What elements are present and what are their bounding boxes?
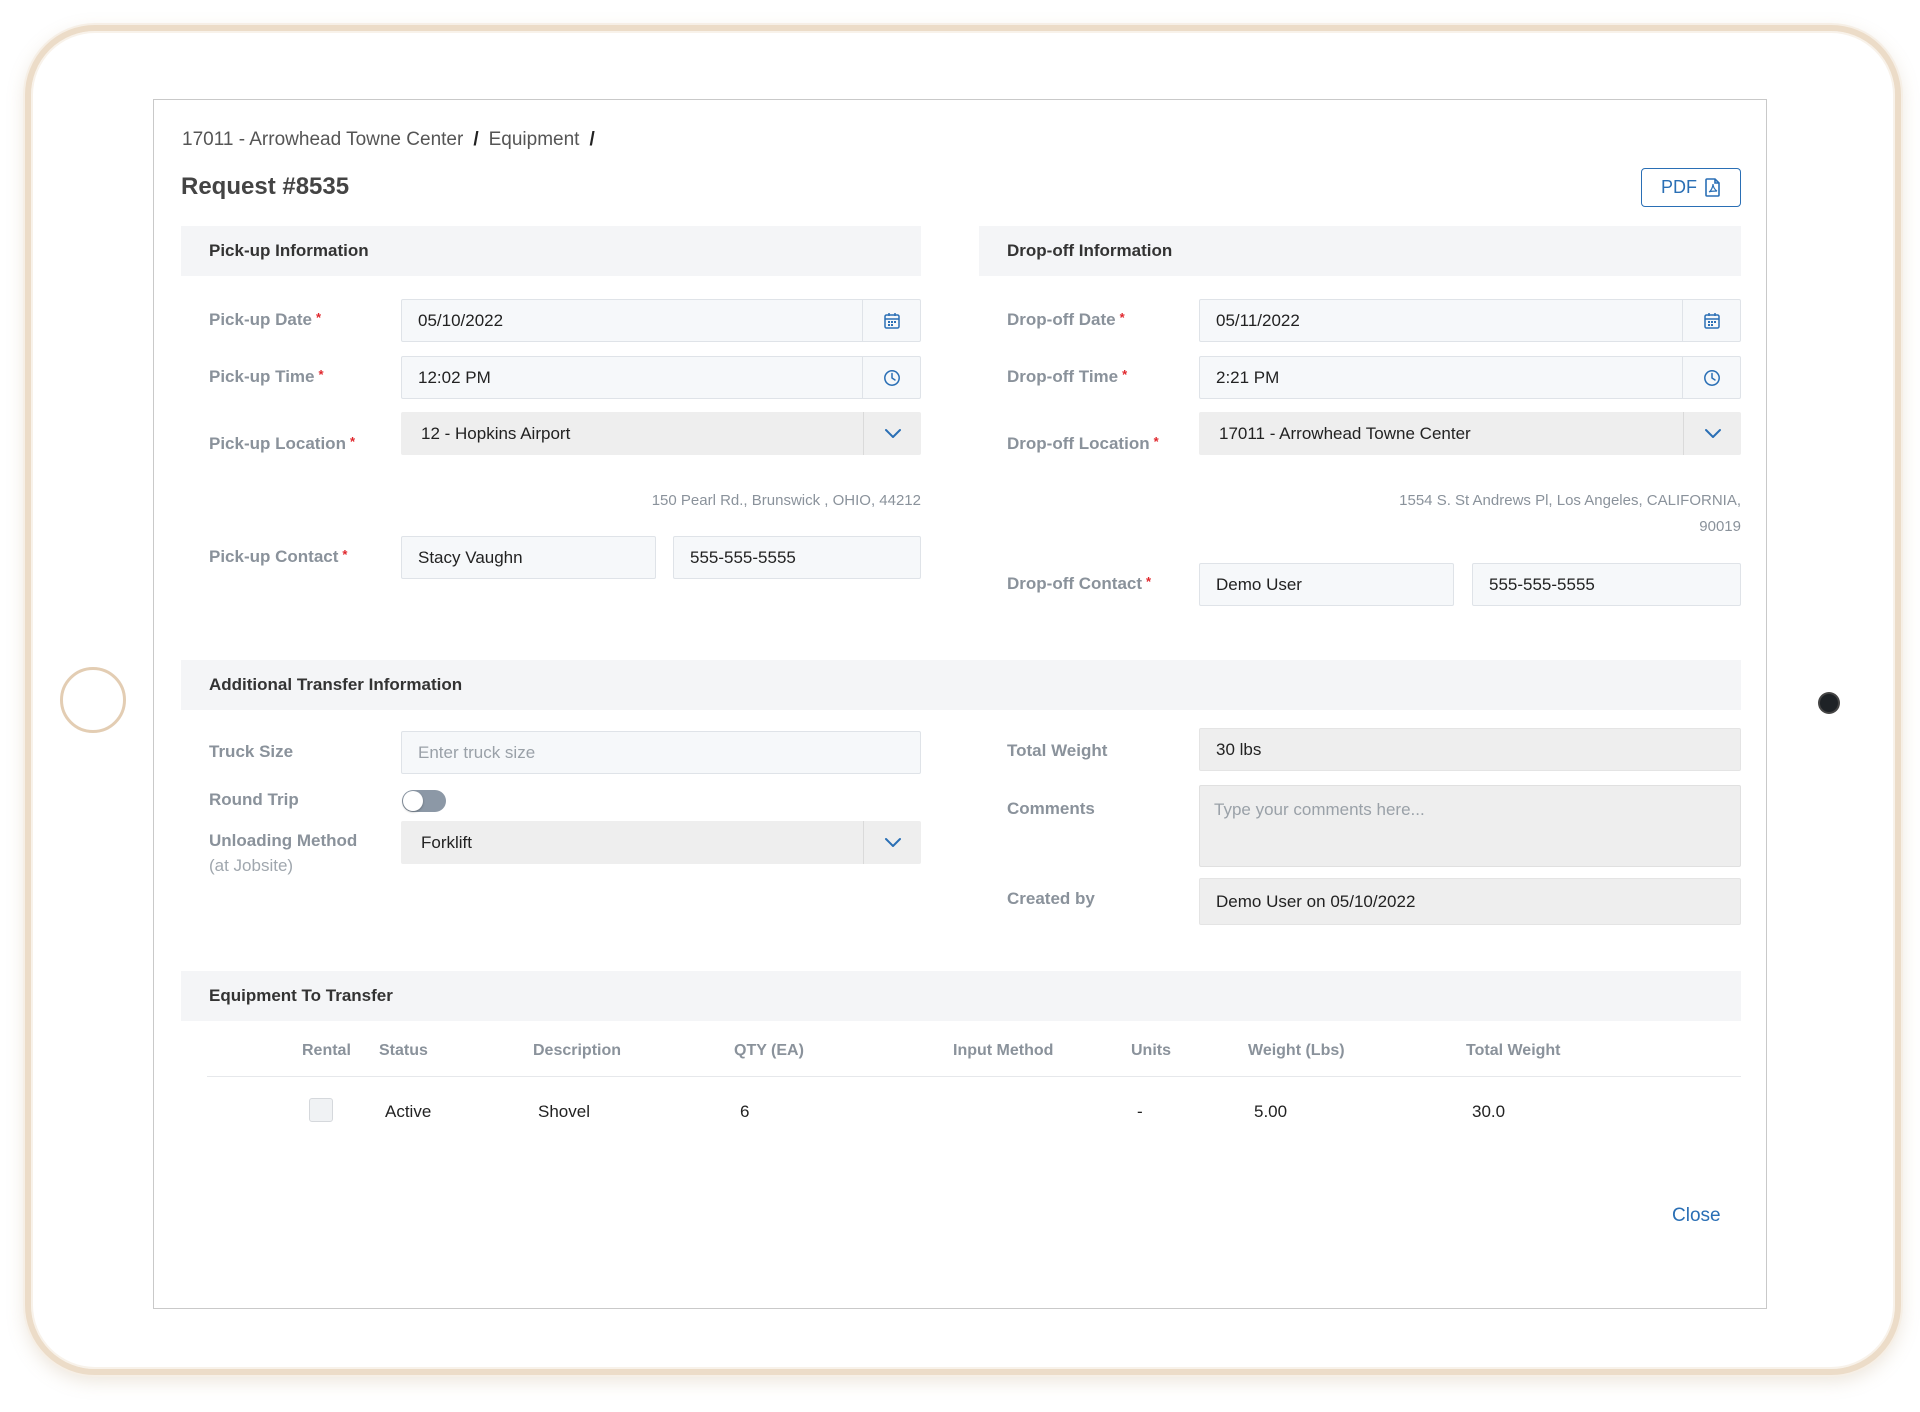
unloading-method-value: Forklift xyxy=(421,832,472,852)
truck-size-input[interactable]: Enter truck size xyxy=(401,731,921,774)
dropoff-section-header: Drop-off Information xyxy=(979,226,1741,276)
column-header-qty: QTY (EA) xyxy=(734,1042,804,1059)
calendar-icon[interactable] xyxy=(1682,300,1740,341)
comments-placeholder: Type your comments here... xyxy=(1214,800,1425,819)
column-header-description: Description xyxy=(533,1042,622,1059)
column-header-weight: Weight (Lbs) xyxy=(1248,1042,1345,1059)
round-trip-label: Round Trip xyxy=(209,790,299,809)
created-by-field: Demo User on 05/10/2022 xyxy=(1199,878,1741,925)
pickup-section-header: Pick-up Information xyxy=(181,226,921,276)
dropoff-address-line1: 1554 S. St Andrews Pl, Los Angeles, CALI… xyxy=(1399,492,1741,509)
truck-size-label: Truck Size xyxy=(209,742,294,761)
pickup-contact-phone-value: 555-555-5555 xyxy=(690,547,796,567)
pickup-location-select[interactable]: 12 - Hopkins Airport xyxy=(401,412,921,455)
dropoff-time-field[interactable]: 2:21 PM xyxy=(1199,356,1741,399)
equipment-section-header: Equipment To Transfer xyxy=(181,971,1741,1021)
row-description: Shovel xyxy=(538,1102,590,1121)
pickup-contact-name-value: Stacy Vaughn xyxy=(418,547,523,567)
pickup-time-field[interactable]: 12:02 PM xyxy=(401,356,921,399)
pdf-button[interactable]: PDF xyxy=(1641,168,1741,207)
camera-dot xyxy=(1820,694,1838,712)
pickup-address: 150 Pearl Rd., Brunswick , OHIO, 44212 xyxy=(651,492,921,509)
column-header-rental: Rental xyxy=(302,1042,351,1059)
comments-textarea[interactable]: Type your comments here... xyxy=(1199,785,1741,867)
pdf-button-label: PDF xyxy=(1661,177,1697,197)
row-total-weight: 30.0 xyxy=(1472,1102,1506,1121)
dropoff-contact-phone-value: 555-555-5555 xyxy=(1489,574,1595,594)
pickup-date-value: 05/10/2022 xyxy=(418,310,504,330)
row-weight: 5.00 xyxy=(1254,1102,1288,1121)
breadcrumb-project[interactable]: 17011 - Arrowhead Towne Center xyxy=(182,129,463,151)
dropoff-location-label: Drop-off Location * xyxy=(1007,434,1159,453)
pickup-contact-label: Pick-up Contact * xyxy=(209,547,348,566)
dropoff-time-label: Drop-off Time * xyxy=(1007,367,1128,386)
dropoff-address-line2: 90019 xyxy=(1699,518,1741,535)
additional-section-header: Additional Transfer Information xyxy=(181,660,1741,710)
clock-icon[interactable] xyxy=(1682,357,1740,398)
dropoff-contact-phone[interactable]: 555-555-5555 xyxy=(1472,563,1741,606)
dropoff-contact-label: Drop-off Contact * xyxy=(1007,574,1152,593)
request-modal: 17011 - Arrowhead Towne Center / Equipme… xyxy=(153,99,1767,1309)
dropoff-address: 1554 S. St Andrews Pl, Los Angeles, CALI… xyxy=(1199,488,1741,540)
row-qty: 6 xyxy=(740,1102,750,1121)
calendar-icon[interactable] xyxy=(862,300,920,341)
chevron-down-icon[interactable] xyxy=(863,821,921,864)
column-header-total-weight: Total Weight xyxy=(1466,1042,1561,1059)
pickup-contact-phone[interactable]: 555-555-5555 xyxy=(673,536,921,579)
comments-label: Comments xyxy=(1007,799,1095,818)
created-by-value: Demo User on 05/10/2022 xyxy=(1216,891,1416,911)
dropoff-contact-name[interactable]: Demo User xyxy=(1199,563,1454,606)
pickup-time-value: 12:02 PM xyxy=(418,367,491,387)
unloading-method-select[interactable]: Forklift xyxy=(401,821,921,864)
total-weight-label: Total Weight xyxy=(1007,741,1108,760)
pickup-time-label: Pick-up Time * xyxy=(209,367,324,386)
column-header-units: Units xyxy=(1131,1042,1171,1059)
breadcrumb-separator: / xyxy=(473,129,479,150)
total-weight-value: 30 lbs xyxy=(1216,739,1262,759)
column-header-input-method: Input Method xyxy=(953,1042,1054,1059)
pickup-location-value: 12 - Hopkins Airport xyxy=(421,423,571,443)
pickup-location-label: Pick-up Location * xyxy=(209,434,356,453)
unloading-method-label: Unloading Method xyxy=(209,831,358,850)
breadcrumb-separator: / xyxy=(589,129,595,150)
dropoff-location-value: 17011 - Arrowhead Towne Center xyxy=(1219,423,1471,443)
dropoff-date-value: 05/11/2022 xyxy=(1216,310,1300,330)
breadcrumb: 17011 - Arrowhead Towne Center / Equipme… xyxy=(182,129,595,151)
chevron-down-icon[interactable] xyxy=(863,412,921,455)
home-button xyxy=(60,667,126,733)
created-by-label: Created by xyxy=(1007,889,1095,908)
round-trip-toggle[interactable] xyxy=(402,790,446,812)
column-header-status: Status xyxy=(379,1042,428,1059)
row-units: - xyxy=(1137,1102,1143,1121)
dropoff-date-label: Drop-off Date * xyxy=(1007,310,1125,329)
dropoff-date-field[interactable]: 05/11/2022 xyxy=(1199,299,1741,342)
dropoff-time-value: 2:21 PM xyxy=(1216,367,1280,387)
pdf-file-icon xyxy=(1705,178,1721,197)
row-status: Active xyxy=(385,1102,432,1121)
clock-icon[interactable] xyxy=(862,357,920,398)
breadcrumb-section[interactable]: Equipment xyxy=(489,129,580,151)
table-divider xyxy=(207,1076,1741,1077)
close-button[interactable]: Close xyxy=(1672,1205,1721,1227)
chevron-down-icon[interactable] xyxy=(1683,412,1741,455)
dropoff-location-select[interactable]: 17011 - Arrowhead Towne Center xyxy=(1199,412,1741,455)
truck-size-placeholder: Enter truck size xyxy=(418,742,536,762)
pickup-contact-name[interactable]: Stacy Vaughn xyxy=(401,536,656,579)
total-weight-field: 30 lbs xyxy=(1199,728,1741,771)
pickup-date-label: Pick-up Date * xyxy=(209,310,322,329)
toggle-knob xyxy=(403,791,423,811)
unloading-method-sublabel: (at Jobsite) xyxy=(209,856,294,875)
rental-checkbox[interactable] xyxy=(309,1098,333,1122)
dropoff-contact-name-value: Demo User xyxy=(1216,574,1302,594)
pickup-date-field[interactable]: 05/10/2022 xyxy=(401,299,921,342)
page-title: Request #8535 xyxy=(181,173,350,200)
